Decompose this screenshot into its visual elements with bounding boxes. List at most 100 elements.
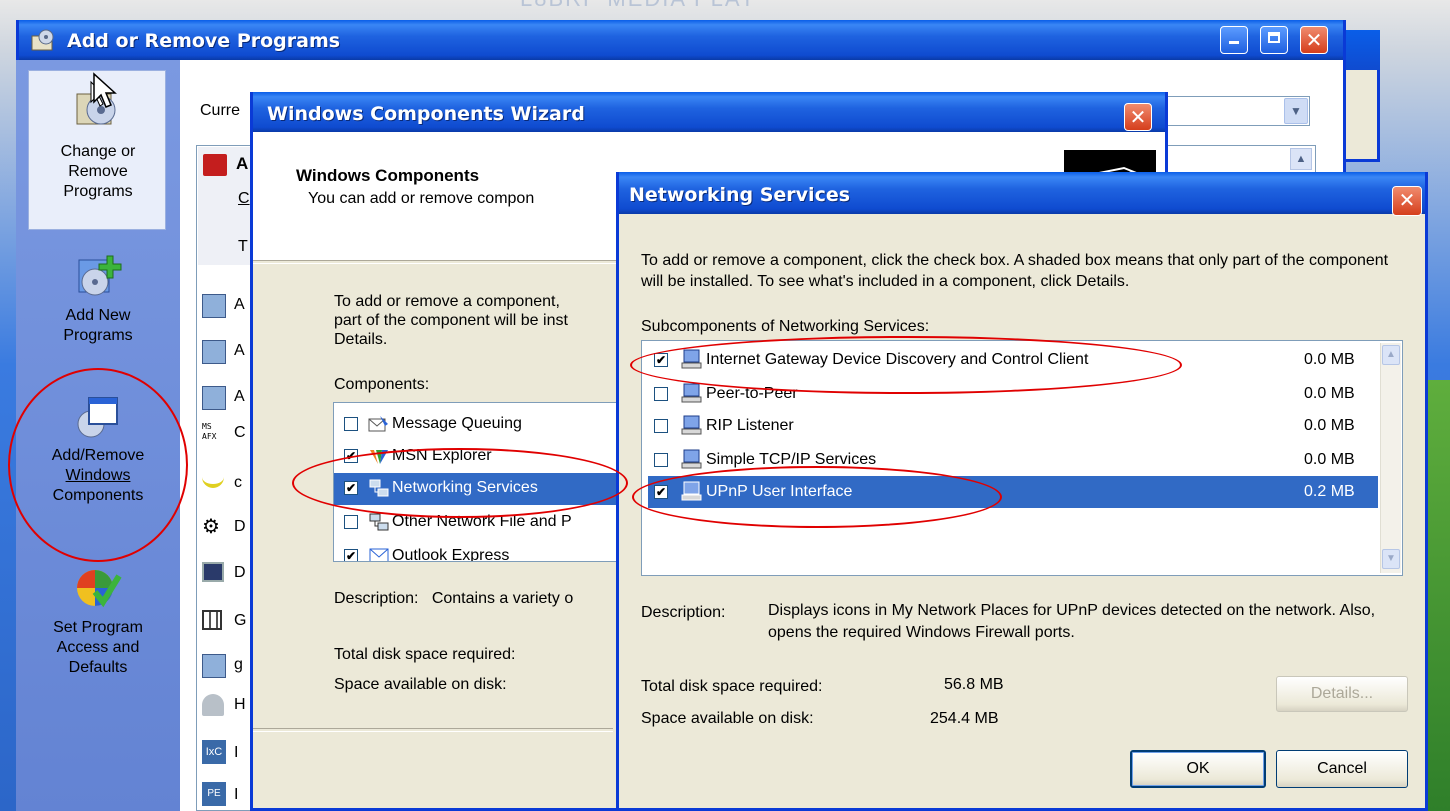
add-new-programs-icon [73,250,123,300]
sidebar-label-line: Programs [63,183,133,200]
component-checkbox[interactable] [344,417,358,431]
scroll-up-button[interactable]: ▲ [1382,345,1400,365]
arp-close-button[interactable]: ✕ [1300,26,1328,54]
subcomponent-size: 0.0 MB [1304,417,1355,434]
sidebar-label-line: Add/Remove [51,447,145,464]
list-item[interactable]: Other Network File and P [334,507,632,539]
component-checkbox[interactable]: ✔ [344,449,358,463]
subcomponent-checkbox[interactable] [654,453,668,467]
wizard-instructions-line: part of the component will be inst [334,312,568,329]
component-checkbox[interactable]: ✔ [344,549,358,561]
sidebar-item-windows-components[interactable]: Add/Remove Windows Components [16,390,180,506]
list-item[interactable]: ✔ Internet Gateway Device Discovery and … [648,344,1378,376]
networking-description-text: Displays icons in My Network Places for … [768,602,1376,641]
cancel-button-label: Cancel [1317,760,1367,777]
subcomponents-label: Subcomponents of Networking Services: [641,318,930,335]
networking-close-button[interactable]: ✕ [1392,186,1422,216]
component-name: Networking Services [392,479,538,496]
sidebar-item-set-program-access[interactable]: Set Program Access and Defaults [16,562,180,678]
program-name: c [234,474,242,491]
cancel-button[interactable]: Cancel [1276,750,1408,788]
list-item[interactable]: ✔ MSN Explorer [334,441,632,473]
subcomponents-scrollbar[interactable]: ▲ ▼ [1380,343,1401,573]
arp-title-bar[interactable]: Add or Remove Programs [19,20,1343,60]
windows-components-icon [73,390,123,440]
computer-icon [680,481,702,501]
close-icon: ✕ [1305,28,1323,52]
sidebar-label-line: Access and [56,639,140,656]
list-item[interactable]: Simple TCP/IP Services 0.0 MB [648,444,1378,476]
wizard-title: Windows Components Wizard [267,103,585,125]
chevron-down-icon: ▼ [1386,553,1396,564]
list-item[interactable]: ✔ UPnP User Interface 0.2 MB [648,476,1378,508]
program-support-link[interactable]: C [238,190,250,208]
set-program-access-icon [73,562,123,612]
subcomponent-size: 0.0 MB [1304,351,1355,368]
wizard-instructions-line: Details. [334,331,388,348]
program-name: A [234,296,245,313]
sidebar-item-add-new[interactable]: Add New Programs [16,250,180,346]
grid-icon [202,610,222,630]
networking-instructions: To add or remove a component, click the … [641,252,1389,290]
gear-icon: ⚙ [202,516,220,538]
subcomponent-checkbox[interactable]: ✔ [654,353,668,367]
wizard-close-button[interactable]: ✕ [1124,103,1152,131]
chevron-down-icon: ▼ [1290,104,1302,118]
networking-title-bar[interactable]: Networking Services [619,172,1425,214]
pe-icon: PE [202,782,226,806]
program-list-scroll-up[interactable]: ▲ [1290,148,1312,170]
wizard-total-disk-label: Total disk space required: [334,646,516,663]
minimize-button[interactable] [1220,26,1248,54]
maximize-icon [1268,32,1280,43]
scroll-down-button[interactable]: ▼ [1382,549,1400,569]
maximize-button[interactable] [1260,26,1288,54]
components-list[interactable]: Message Queuing ✔ MSN Explorer ✔ Network… [333,402,633,562]
sort-dropdown-button[interactable]: ▼ [1284,98,1308,124]
networking-space-available-value: 254.4 MB [930,710,999,727]
subcomponent-checkbox[interactable]: ✔ [654,485,668,499]
subcomponent-checkbox[interactable] [654,419,668,433]
adobe-icon [203,154,227,176]
arp-title: Add or Remove Programs [67,30,341,52]
networking-title: Networking Services [629,184,851,206]
component-checkbox[interactable]: ✔ [344,481,358,495]
banana-icon [202,474,224,488]
subcomponent-checkbox[interactable] [654,387,668,401]
program-name: D [234,518,246,535]
arp-window-icon [30,28,56,52]
components-label: Components: [334,376,430,393]
ms-afx-icon: MS AFX [202,422,217,441]
outlook-express-icon [368,546,390,561]
list-item[interactable]: RIP Listener 0.0 MB [648,410,1378,442]
computer-icon [680,349,702,369]
wizard-space-available-label: Space available on disk: [334,676,507,693]
ok-button[interactable]: OK [1130,750,1266,788]
networking-icon [368,478,390,498]
computer-icon [680,449,702,469]
component-name: Message Queuing [392,415,522,432]
sidebar-label-line: Set Program [53,619,143,636]
details-button[interactable]: Details... [1276,676,1408,712]
sidebar-label-line: Defaults [68,659,128,676]
background-window-title: L8BRP MEDIA PLAY [520,0,757,12]
close-icon: ✕ [1129,105,1147,129]
program-name: C [234,424,246,441]
component-checkbox[interactable] [344,515,358,529]
list-item[interactable]: Message Queuing [334,409,632,441]
list-item[interactable]: Peer-to-Peer 0.0 MB [648,378,1378,410]
background-window-titlebar [1340,30,1380,70]
program-name: A [234,388,245,405]
program-change-text: T [238,238,248,255]
wizard-title-bar[interactable]: Windows Components Wizard [253,92,1165,132]
computer-icon [680,383,702,403]
list-item[interactable]: ✔ Networking Services [334,473,632,505]
wizard-heading: Windows Components [296,166,480,185]
subcomponent-size: 0.0 MB [1304,451,1355,468]
computer-icon [680,415,702,435]
chevron-up-icon: ▲ [1386,349,1396,360]
sidebar-label-line: Components [52,487,144,504]
component-name: Outlook Express [392,547,510,562]
networking-description-label: Description: [641,604,726,621]
program-name: g [234,656,243,673]
list-item[interactable]: ✔ Outlook Express [334,541,632,562]
